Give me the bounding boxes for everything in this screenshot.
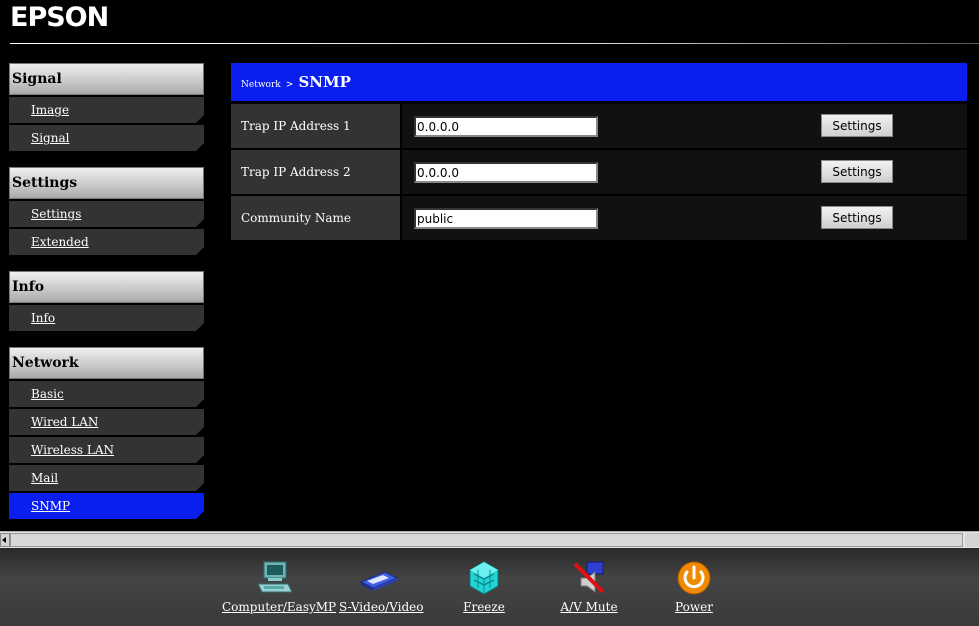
sidebar-item-label[interactable]: Signal bbox=[31, 131, 69, 145]
trap-ip-1-settings-button[interactable]: Settings bbox=[821, 114, 893, 137]
form-row-trap-ip-1: Trap IP Address 1 Settings bbox=[231, 104, 967, 148]
trap-ip-2-label: Trap IP Address 2 bbox=[231, 150, 400, 194]
sidebar-item-snmp[interactable]: SNMP bbox=[9, 493, 204, 519]
trap-ip-1-input[interactable] bbox=[414, 116, 598, 137]
sidebar-item-label[interactable]: Mail bbox=[31, 471, 58, 485]
power-icon[interactable] bbox=[674, 558, 714, 598]
av-mute-icon[interactable] bbox=[569, 558, 609, 598]
av-mute-button[interactable]: A/V Mute bbox=[558, 558, 620, 614]
toolbar-label[interactable]: Power bbox=[674, 600, 714, 614]
page-title: SNMP bbox=[298, 73, 351, 91]
toolbar-label[interactable]: A/V Mute bbox=[558, 600, 620, 614]
freeze-button[interactable]: Freeze bbox=[463, 558, 505, 614]
toolbar-label[interactable]: Freeze bbox=[463, 600, 505, 614]
sidebar-item-label[interactable]: Settings bbox=[31, 207, 81, 221]
scroll-right-arrow-icon[interactable] bbox=[965, 533, 979, 547]
sidebar-section-title: Network bbox=[9, 347, 204, 379]
form-row-community-name: Community Name Settings bbox=[231, 196, 967, 240]
breadcrumb-separator: > bbox=[285, 80, 294, 90]
scroll-left-arrow-icon[interactable] bbox=[0, 533, 10, 547]
control-toolbar: Computer/EasyMP S-Video/Video Freeze A/V… bbox=[0, 548, 979, 626]
sidebar-item-label[interactable]: Basic bbox=[31, 387, 64, 401]
sidebar-item-signal[interactable]: Signal bbox=[9, 125, 204, 151]
scrollbar-thumb[interactable] bbox=[10, 533, 963, 547]
sidebar-item-wired-lan[interactable]: Wired LAN bbox=[9, 409, 204, 435]
computer-icon[interactable] bbox=[254, 558, 294, 598]
sidebar-section-info: Info Info bbox=[9, 271, 204, 331]
svideo-video-button[interactable]: S-Video/Video bbox=[339, 558, 424, 614]
sidebar-item-label[interactable]: Image bbox=[31, 103, 69, 117]
sidebar-item-mail[interactable]: Mail bbox=[9, 465, 204, 491]
field-cell: Settings bbox=[402, 104, 967, 148]
sidebar-section-title: Info bbox=[9, 271, 204, 303]
community-name-settings-button[interactable]: Settings bbox=[821, 206, 893, 229]
sidebar-item-label[interactable]: SNMP bbox=[31, 499, 70, 513]
toolbar-label[interactable]: Computer/EasyMP bbox=[222, 600, 336, 614]
sidebar-section-settings: Settings Settings Extended bbox=[9, 167, 204, 255]
freeze-icon[interactable] bbox=[464, 558, 504, 598]
field-cell: Settings bbox=[402, 150, 967, 194]
trap-ip-2-settings-button[interactable]: Settings bbox=[821, 160, 893, 183]
power-button[interactable]: Power bbox=[674, 558, 714, 614]
sidebar-item-label[interactable]: Wireless LAN bbox=[31, 443, 114, 457]
community-name-input[interactable] bbox=[414, 208, 598, 229]
form-row-trap-ip-2: Trap IP Address 2 Settings bbox=[231, 150, 967, 194]
sidebar-item-image[interactable]: Image bbox=[9, 97, 204, 123]
trap-ip-2-input[interactable] bbox=[414, 162, 598, 183]
sidebar-section-signal: Signal Image Signal bbox=[9, 63, 204, 151]
computer-easymp-button[interactable]: Computer/EasyMP bbox=[222, 558, 336, 614]
sidebar-item-label[interactable]: Info bbox=[31, 311, 55, 325]
sidebar-item-wireless-lan[interactable]: Wireless LAN bbox=[9, 437, 204, 463]
page-title-bar: Network > SNMP bbox=[231, 63, 967, 101]
trap-ip-1-label: Trap IP Address 1 bbox=[231, 104, 400, 148]
breadcrumb: Network bbox=[241, 80, 281, 90]
horizontal-scrollbar[interactable] bbox=[0, 531, 979, 548]
sidebar-section-title: Signal bbox=[9, 63, 204, 95]
sidebar-section-title: Settings bbox=[9, 167, 204, 199]
sidebar-item-label[interactable]: Extended bbox=[31, 235, 89, 249]
sidebar-nav: Signal Image Signal Settings Settings Ex… bbox=[9, 63, 204, 535]
video-device-icon[interactable] bbox=[359, 558, 399, 598]
header-divider bbox=[10, 43, 979, 44]
sidebar-section-network: Network Basic Wired LAN Wireless LAN Mai… bbox=[9, 347, 204, 519]
sidebar-item-basic[interactable]: Basic bbox=[9, 381, 204, 407]
field-cell: Settings bbox=[402, 196, 967, 240]
community-name-label: Community Name bbox=[231, 196, 400, 240]
sidebar-item-info[interactable]: Info bbox=[9, 305, 204, 331]
toolbar-label[interactable]: S-Video/Video bbox=[339, 600, 424, 614]
epson-logo: EPSON bbox=[10, 2, 109, 33]
sidebar-item-settings[interactable]: Settings bbox=[9, 201, 204, 227]
header: EPSON bbox=[0, 0, 979, 46]
sidebar-item-extended[interactable]: Extended bbox=[9, 229, 204, 255]
sidebar-item-label[interactable]: Wired LAN bbox=[31, 415, 98, 429]
